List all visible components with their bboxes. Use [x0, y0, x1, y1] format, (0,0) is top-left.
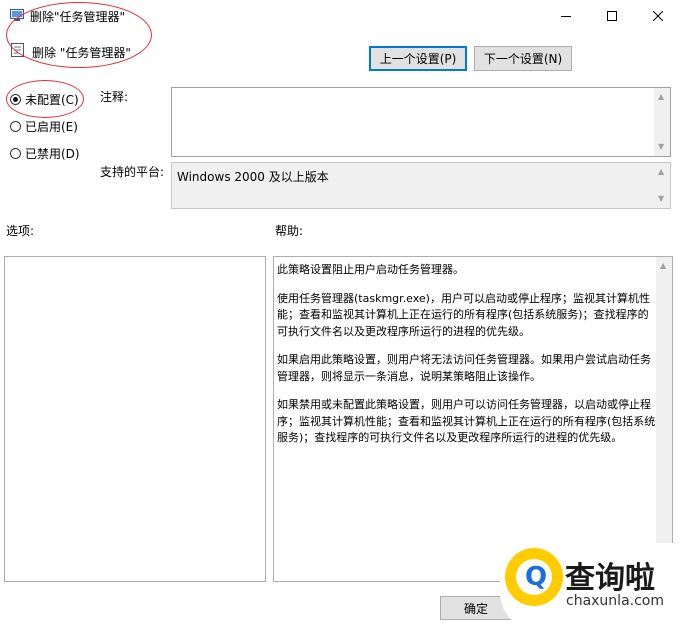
radio-disabled-indicator[interactable] [10, 148, 21, 159]
watermark-logo-glyph: Q [525, 562, 548, 592]
scroll-up-icon[interactable]: ▲ [658, 168, 664, 176]
help-label: 帮助: [275, 224, 304, 238]
help-text: 此策略设置阻止用户启动任务管理器。 使用任务管理器(taskmgr.exe)，用… [277, 262, 657, 459]
radio-not-configured[interactable]: 未配置(C) [10, 91, 79, 108]
scroll-down-icon[interactable]: ▼ [658, 143, 664, 151]
watermark-brand: 查询啦 [565, 561, 655, 596]
help-paragraph: 如果启用此策略设置，则用户将无法访问任务管理器。如果用户尝试启动任务管理器，则将… [277, 353, 651, 383]
scroll-up-icon[interactable]: ▲ [660, 262, 666, 270]
minimize-button[interactable] [543, 0, 589, 32]
comment-label: 注释: [100, 90, 129, 104]
watermark-url: chaxunla.com [566, 593, 664, 609]
close-button[interactable] [635, 0, 681, 32]
previous-setting-button[interactable]: 上一个设置(P) [369, 46, 467, 71]
radio-enabled-indicator[interactable] [10, 121, 21, 132]
radio-not-configured-label: 未配置(C) [25, 93, 79, 107]
platform-scrollbar[interactable]: ▲ ▼ [654, 163, 670, 208]
comment-scrollbar[interactable]: ▲ ▼ [654, 88, 670, 156]
supported-platform-label: 支持的平台: [100, 165, 165, 179]
help-scrollbar[interactable]: ▲ ▼ [656, 257, 672, 581]
options-label: 选项: [6, 224, 35, 238]
help-paragraph: 使用任务管理器(taskmgr.exe)，用户可以启动或停止程序；监视其计算机性… [277, 291, 650, 338]
help-paragraph: 此策略设置阻止用户启动任务管理器。 [277, 263, 464, 276]
close-icon [653, 11, 663, 21]
options-panel [4, 256, 266, 582]
radio-disabled-label: 已禁用(D) [25, 147, 80, 161]
maximize-button[interactable] [589, 0, 635, 32]
radio-enabled[interactable]: 已启用(E) [10, 118, 78, 135]
supported-platform-value: Windows 2000 及以上版本 [177, 170, 329, 184]
comment-textarea[interactable]: ▲ ▼ [171, 87, 671, 157]
help-paragraph: 如果禁用或未配置此策略设置，则用户可以访问任务管理器，以启动或停止程序；监视其计… [277, 398, 656, 444]
minimize-icon [561, 16, 571, 17]
radio-not-configured-indicator[interactable] [10, 94, 21, 105]
annotation-circle-title [6, 2, 152, 68]
maximize-icon [607, 11, 617, 21]
next-setting-button[interactable]: 下一个设置(N) [474, 46, 572, 71]
scroll-down-icon[interactable]: ▼ [658, 195, 664, 203]
radio-disabled[interactable]: 已禁用(D) [10, 145, 80, 162]
supported-platform-field: Windows 2000 及以上版本 ▲ ▼ [171, 162, 671, 209]
scroll-up-icon[interactable]: ▲ [658, 93, 664, 101]
radio-enabled-label: 已启用(E) [25, 120, 78, 134]
